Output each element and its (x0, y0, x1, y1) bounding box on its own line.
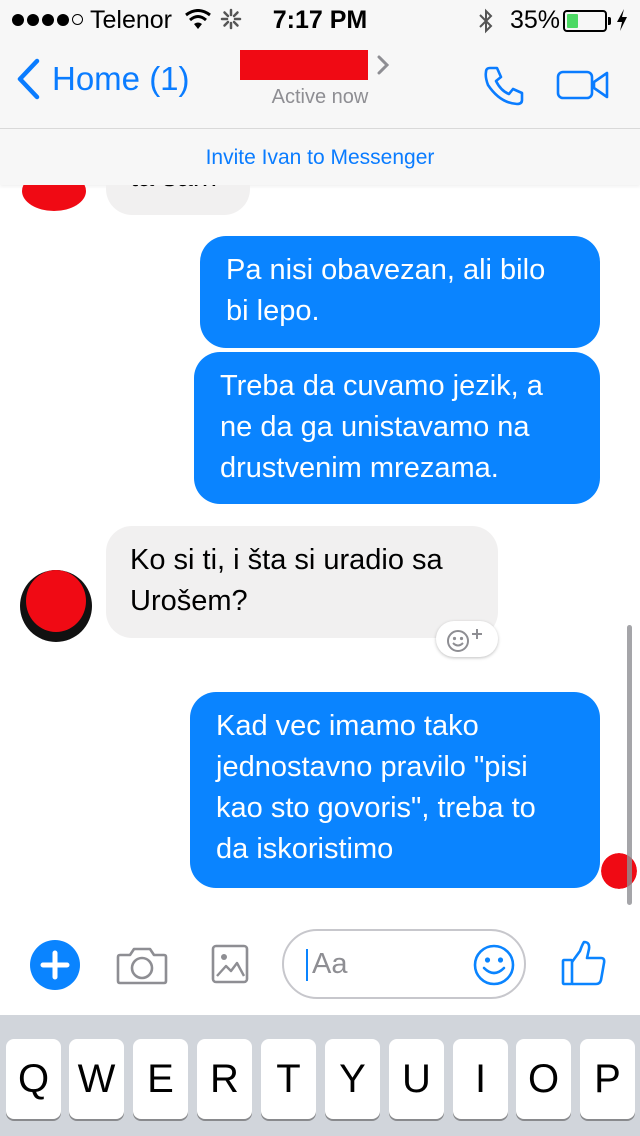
key-e[interactable]: E (133, 1039, 188, 1119)
composer-bar: Aa (0, 915, 640, 1015)
invite-link[interactable]: Invite Ivan to Messenger (0, 146, 640, 170)
message-input-placeholder: Aa (312, 948, 348, 980)
key-u[interactable]: U (389, 1039, 444, 1119)
key-p[interactable]: P (580, 1039, 635, 1119)
emoji-icon[interactable] (472, 943, 516, 987)
battery-percent: 35% (510, 6, 561, 34)
outgoing-message[interactable]: Pa nisi obavezan, ali bilo bi lepo. (200, 236, 600, 348)
key-t[interactable]: T (261, 1039, 316, 1119)
keyboard: Q W E R T Y U I O P (0, 1015, 640, 1136)
contact-name-redacted[interactable] (240, 50, 368, 80)
message-text: Treba da cuvamo jezik, a ne da ga unista… (220, 370, 543, 484)
camera-icon[interactable] (116, 945, 168, 985)
message-text: ta sam (130, 185, 217, 198)
thumbs-up-icon[interactable] (560, 939, 608, 987)
key-o[interactable]: O (516, 1039, 571, 1119)
key-q[interactable]: Q (6, 1039, 61, 1119)
plus-icon (40, 950, 70, 980)
active-status: Active now (271, 86, 369, 108)
charging-bolt-icon (617, 9, 627, 31)
text-caret (306, 949, 308, 981)
bluetooth-icon (479, 8, 493, 34)
phone-icon[interactable] (482, 64, 526, 108)
add-reaction-button[interactable] (436, 621, 498, 657)
video-camera-icon[interactable] (556, 68, 610, 102)
key-w[interactable]: W (69, 1039, 124, 1119)
outgoing-message[interactable]: Treba da cuvamo jezik, a ne da ga unista… (194, 352, 600, 504)
message-text: Kad vec imamo tako jednostavno pravilo "… (216, 710, 536, 865)
avatar[interactable] (18, 185, 90, 215)
outgoing-message[interactable]: Kad vec imamo tako jednostavno pravilo "… (190, 692, 600, 888)
message-text: Pa nisi obavezan, ali bilo bi lepo. (226, 254, 546, 327)
avatar[interactable] (20, 570, 92, 642)
scrollbar[interactable] (627, 625, 632, 905)
status-bar: Telenor 7:17 PM 35% (0, 0, 640, 40)
message-thread[interactable]: ta sam Pa nisi obavezan, ali bilo bi lep… (0, 185, 640, 915)
chevron-right-icon[interactable] (376, 54, 390, 76)
key-i[interactable]: I (453, 1039, 508, 1119)
incoming-message[interactable]: ta sam (106, 185, 250, 215)
battery-icon (563, 10, 611, 32)
gallery-icon[interactable] (210, 943, 250, 985)
more-actions-button[interactable] (30, 940, 80, 990)
message-input[interactable]: Aa (282, 929, 526, 999)
key-y[interactable]: Y (325, 1039, 380, 1119)
emoji-add-icon (447, 629, 482, 652)
invite-banner[interactable]: Invite Ivan to Messenger (0, 129, 640, 185)
conversation-header: Home (1) Active now (0, 40, 640, 129)
message-text: Ko si ti, i šta si uradio sa Urošem? (130, 544, 443, 617)
key-r[interactable]: R (197, 1039, 252, 1119)
